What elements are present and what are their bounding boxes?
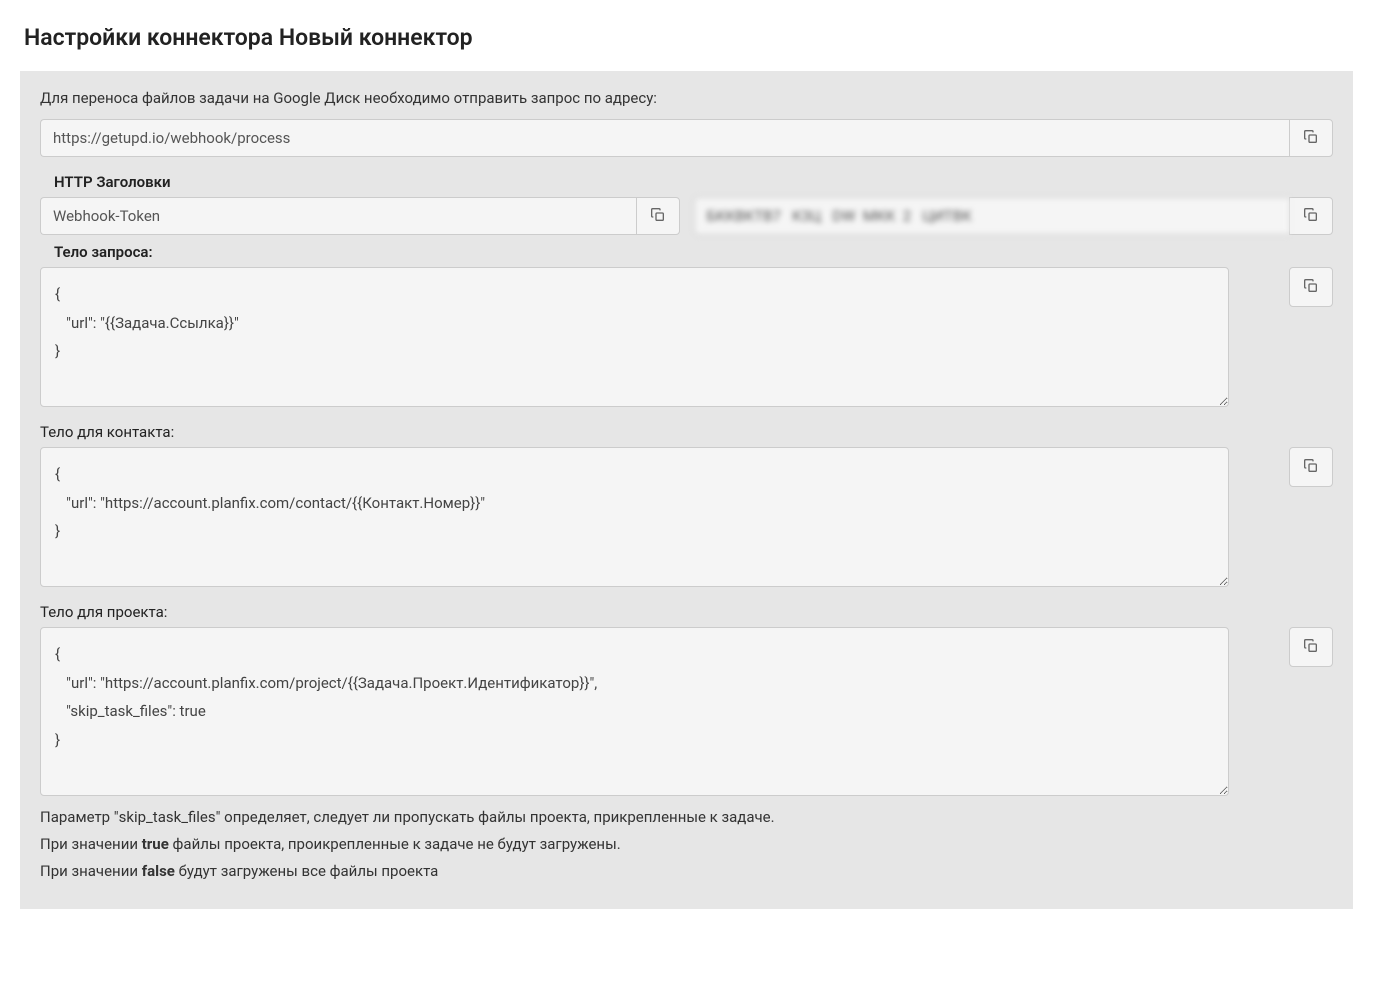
header-value-input[interactable] — [694, 197, 1290, 235]
content-panel: Для переноса файлов задачи на Google Дис… — [20, 71, 1353, 909]
description-text: Для переноса файлов задачи на Google Дис… — [40, 89, 1333, 107]
webhook-url-input[interactable] — [40, 119, 1289, 157]
body-contact-label: Тело для контакта: — [40, 415, 1333, 447]
copy-icon — [650, 207, 666, 226]
copy-header-value-button[interactable] — [1289, 197, 1333, 235]
copy-webhook-url-button[interactable] — [1289, 119, 1333, 157]
body-contact-textarea[interactable] — [40, 447, 1229, 587]
copy-icon — [1303, 129, 1319, 148]
request-body-textarea[interactable] — [40, 267, 1229, 407]
copy-icon — [1303, 207, 1319, 226]
request-body-label: Тело запроса: — [40, 235, 1333, 267]
note-text: Параметр "skip_task_files" определяет, с… — [40, 804, 1333, 885]
copy-body-task-button[interactable] — [1289, 267, 1333, 307]
body-project-label: Тело для проекта: — [40, 595, 1333, 627]
http-headers-title: HTTP Заголовки — [40, 163, 1333, 197]
copy-icon — [1303, 458, 1319, 477]
page-title: Настройки коннектора Новый коннектор — [0, 0, 1373, 71]
header-name-input[interactable] — [40, 197, 636, 235]
body-project-textarea[interactable] — [40, 627, 1229, 796]
copy-icon — [1303, 638, 1319, 657]
copy-body-contact-button[interactable] — [1289, 447, 1333, 487]
copy-body-project-button[interactable] — [1289, 627, 1333, 667]
copy-icon — [1303, 278, 1319, 297]
copy-header-name-button[interactable] — [636, 197, 680, 235]
